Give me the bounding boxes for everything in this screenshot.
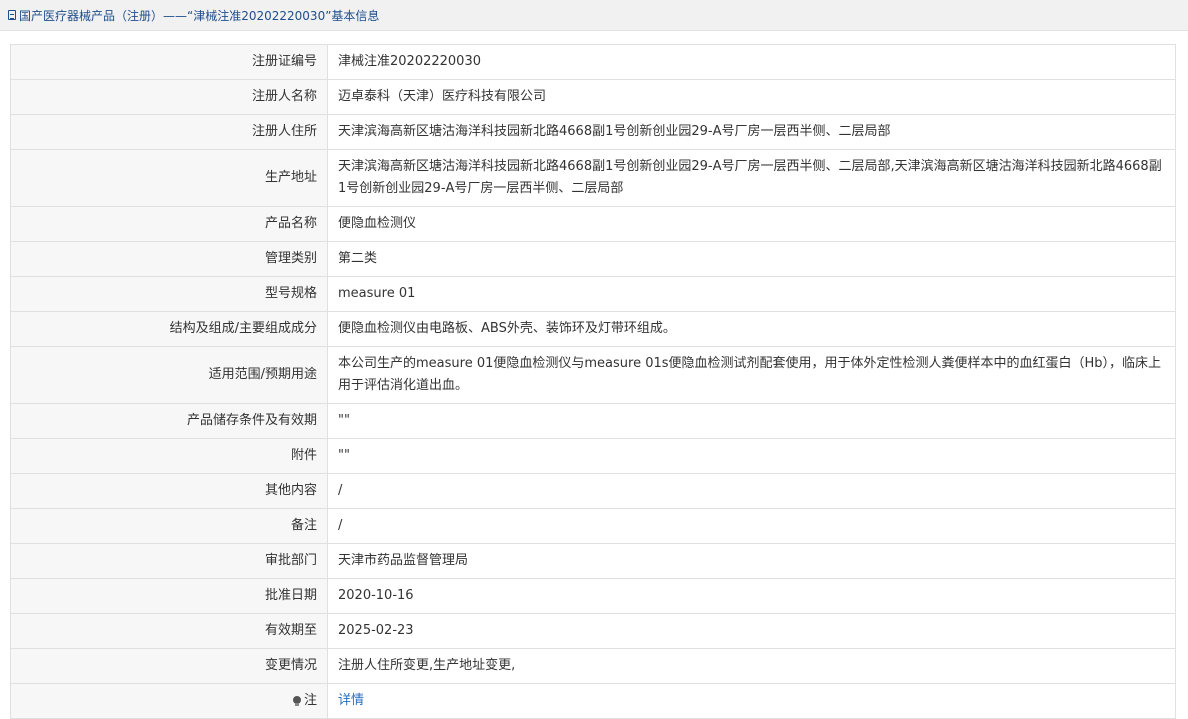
row-label: 管理类别: [10, 241, 328, 277]
page-title: 国产医疗器械产品（注册）——“津械注准20202220030”基本信息: [19, 8, 380, 23]
row-label: 其他内容: [10, 473, 328, 509]
row-value: 第二类: [327, 241, 1176, 277]
row-value: measure 01: [327, 276, 1176, 312]
table-row: 注册人住所 天津滨海高新区塘沽海洋科技园新北路4668副1号创新创业园29-A号…: [10, 114, 1176, 150]
row-label: 结构及组成/主要组成成分: [10, 311, 328, 347]
table-row: 管理类别 第二类: [10, 241, 1176, 277]
row-value: /: [327, 508, 1176, 544]
note-label: 注: [303, 693, 317, 708]
row-label: 附件: [10, 438, 328, 474]
row-label: 生产地址: [10, 149, 328, 207]
bulb-icon: [292, 696, 301, 706]
table-row: 批准日期 2020-10-16: [10, 578, 1176, 614]
row-value: 天津滨海高新区塘沽海洋科技园新北路4668副1号创新创业园29-A号厂房一层西半…: [327, 149, 1176, 207]
table-row: 注册证编号 津械注准20202220030: [10, 44, 1176, 80]
row-label: 变更情况: [10, 648, 328, 684]
table-row: 注册人名称 迈卓泰科（天津）医疗科技有限公司: [10, 79, 1176, 115]
table-row: 变更情况 注册人住所变更,生产地址变更,: [10, 648, 1176, 684]
row-label: 产品名称: [10, 206, 328, 242]
row-value: 天津滨海高新区塘沽海洋科技园新北路4668副1号创新创业园29-A号厂房一层西半…: [327, 114, 1176, 150]
row-value: 便隐血检测仪: [327, 206, 1176, 242]
row-label: 适用范围/预期用途: [10, 346, 328, 404]
page-header: 国产医疗器械产品（注册）——“津械注准20202220030”基本信息: [0, 0, 1188, 31]
table-row: 结构及组成/主要组成成分 便隐血检测仪由电路板、ABS外壳、装饰环及灯带环组成。: [10, 311, 1176, 347]
info-table: 注册证编号 津械注准20202220030 注册人名称 迈卓泰科（天津）医疗科技…: [10, 44, 1176, 719]
document-icon: [8, 10, 16, 20]
table-row: 附件 "": [10, 438, 1176, 474]
row-label: 注册人名称: [10, 79, 328, 115]
table-row: 有效期至 2025-02-23: [10, 613, 1176, 649]
note-row: 注 详情: [10, 683, 1176, 719]
table-row: 生产地址 天津滨海高新区塘沽海洋科技园新北路4668副1号创新创业园29-A号厂…: [10, 149, 1176, 207]
row-value: 津械注准20202220030: [327, 44, 1176, 80]
row-label: 注册证编号: [10, 44, 328, 80]
table-row: 型号规格 measure 01: [10, 276, 1176, 312]
row-value: "": [327, 403, 1176, 439]
row-label: 产品储存条件及有效期: [10, 403, 328, 439]
row-value: "": [327, 438, 1176, 474]
table-row: 产品储存条件及有效期 "": [10, 403, 1176, 439]
table-row: 备注 /: [10, 508, 1176, 544]
row-label: 注册人住所: [10, 114, 328, 150]
row-value: 2020-10-16: [327, 578, 1176, 614]
row-value: /: [327, 473, 1176, 509]
row-value: 2025-02-23: [327, 613, 1176, 649]
row-label: 有效期至: [10, 613, 328, 649]
row-label: 备注: [10, 508, 328, 544]
row-value: 天津市药品监督管理局: [327, 543, 1176, 579]
table-row: 适用范围/预期用途 本公司生产的measure 01便隐血检测仪与measure…: [10, 346, 1176, 404]
row-value: 迈卓泰科（天津）医疗科技有限公司: [327, 79, 1176, 115]
table-row: 审批部门 天津市药品监督管理局: [10, 543, 1176, 579]
row-value: 注册人住所变更,生产地址变更,: [327, 648, 1176, 684]
note-value-cell: 详情: [327, 683, 1176, 719]
table-row: 产品名称 便隐血检测仪: [10, 206, 1176, 242]
info-table-container: 注册证编号 津械注准20202220030 注册人名称 迈卓泰科（天津）医疗科技…: [10, 44, 1176, 719]
row-label: 审批部门: [10, 543, 328, 579]
row-label: 批准日期: [10, 578, 328, 614]
details-link[interactable]: 详情: [338, 693, 364, 708]
table-row: 其他内容 /: [10, 473, 1176, 509]
row-value: 本公司生产的measure 01便隐血检测仪与measure 01s便隐血检测试…: [327, 346, 1176, 404]
row-label: 型号规格: [10, 276, 328, 312]
row-value: 便隐血检测仪由电路板、ABS外壳、装饰环及灯带环组成。: [327, 311, 1176, 347]
note-label-cell: 注: [10, 683, 328, 719]
